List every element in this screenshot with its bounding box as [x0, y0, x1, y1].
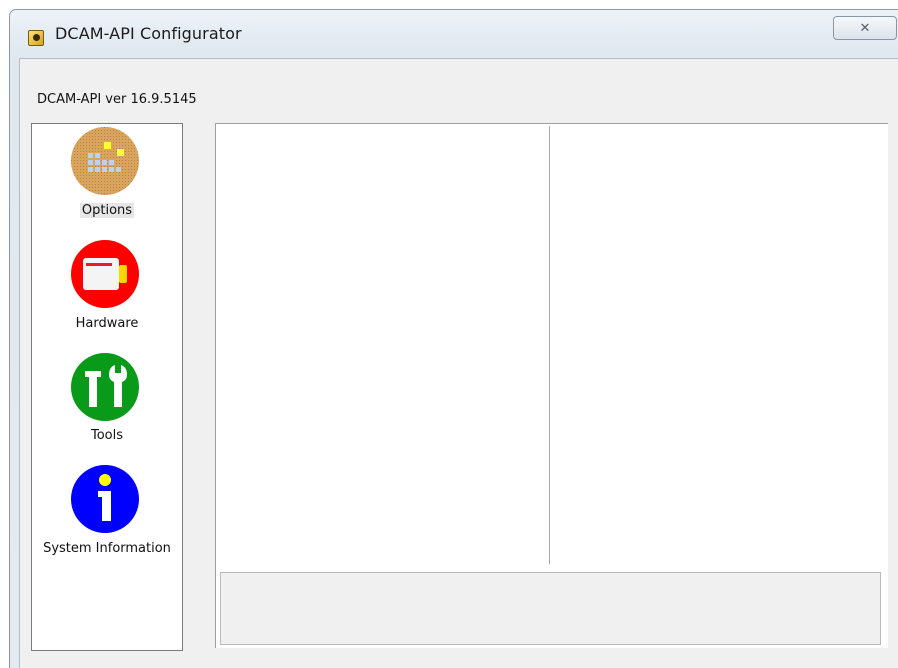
client-area: DCAM-API ver 16.9.5145 Options Hardware …	[19, 58, 898, 668]
info-icon	[71, 465, 139, 533]
pane-divider[interactable]	[549, 126, 550, 564]
options-icon	[71, 127, 139, 195]
sidebar-item-label: System Information	[43, 541, 171, 556]
sidebar: Options Hardware Tools System Informatio…	[31, 123, 183, 651]
close-button[interactable]: ✕	[833, 16, 897, 40]
right-pane	[551, 124, 885, 564]
sidebar-item-options[interactable]: Options	[32, 124, 182, 229]
sidebar-item-hardware[interactable]: Hardware	[32, 236, 182, 341]
hardware-icon	[71, 240, 139, 308]
tools-icon	[71, 353, 139, 421]
app-icon[interactable]	[28, 30, 44, 46]
version-label: DCAM-API ver 16.9.5145	[37, 92, 197, 107]
sidebar-item-system-information[interactable]: System Information	[32, 460, 182, 565]
configurator-window: DCAM-API Configurator ✕ DCAM-API ver 16.…	[9, 9, 898, 668]
sidebar-item-label: Options	[79, 203, 135, 218]
sidebar-item-label: Hardware	[75, 316, 139, 331]
content-panel	[215, 123, 888, 648]
title-bar[interactable]: DCAM-API Configurator ✕	[10, 10, 898, 58]
window-title: DCAM-API Configurator	[55, 24, 242, 43]
sidebar-item-tools[interactable]: Tools	[32, 348, 182, 453]
close-icon: ✕	[859, 20, 871, 36]
left-pane	[216, 124, 548, 564]
status-box	[220, 572, 881, 645]
sidebar-item-label: Tools	[90, 428, 124, 443]
